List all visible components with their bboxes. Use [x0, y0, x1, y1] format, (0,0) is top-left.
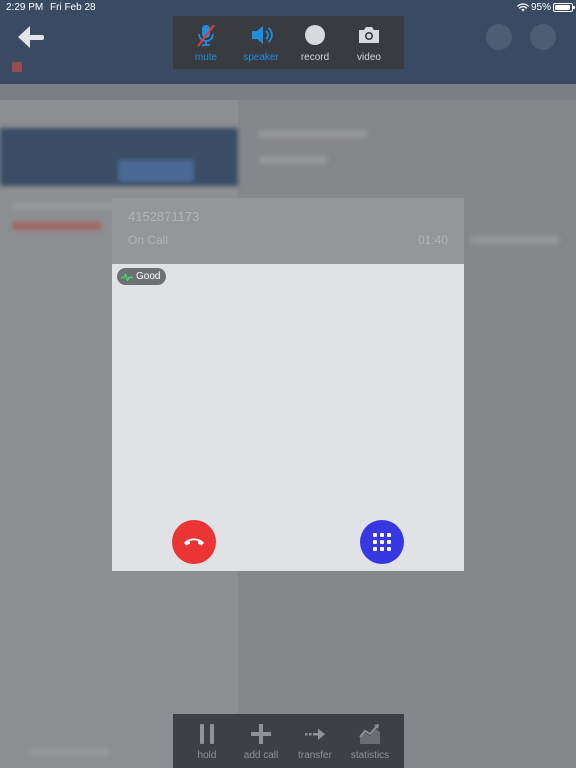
call-controls-bar: mute speaker record video: [173, 16, 404, 69]
background-strip: [0, 84, 576, 100]
record-label: record: [300, 52, 330, 63]
background-circle-icon: [530, 24, 556, 50]
hold-button[interactable]: hold: [180, 714, 234, 768]
status-time: 2:29 PM: [6, 2, 44, 13]
statistics-button[interactable]: statistics: [343, 714, 397, 768]
status-date: Fri Feb 28: [50, 2, 96, 13]
mute-button[interactable]: mute: [180, 16, 232, 69]
add-call-label: add call: [243, 750, 279, 761]
battery-percent: 95%: [531, 2, 552, 13]
background-line: [12, 222, 102, 230]
background-circle-icon: [486, 24, 512, 50]
status-bar: 2:29 PM Fri Feb 28 95%: [0, 0, 576, 16]
background-card-button: [118, 160, 194, 182]
statistics-chart-icon: [359, 724, 380, 744]
record-icon: [305, 25, 325, 45]
back-arrow-icon: [18, 26, 44, 48]
background-line: [258, 156, 328, 164]
speaker-button[interactable]: speaker: [235, 16, 287, 69]
wifi-icon: [517, 3, 529, 12]
video-label: video: [357, 52, 381, 63]
call-quality-label: Good: [136, 271, 161, 282]
transfer-button[interactable]: transfer: [288, 714, 342, 768]
call-quality-badge: Good: [117, 268, 167, 285]
call-status: On Call: [128, 233, 169, 247]
pause-icon: [200, 724, 214, 744]
background-badge: [12, 62, 22, 72]
mute-label: mute: [194, 52, 218, 63]
transfer-arrow-icon: [305, 728, 325, 740]
background-line: [470, 236, 560, 244]
battery-icon: [553, 3, 575, 12]
hangup-button[interactable]: [172, 520, 216, 564]
mic-muted-icon: [197, 24, 215, 47]
camera-icon: [359, 27, 379, 43]
record-button[interactable]: record: [289, 16, 341, 69]
pulse-icon: [121, 272, 133, 281]
hangup-icon: [184, 538, 204, 546]
call-timer: 01:40: [417, 233, 448, 247]
caller-number: 4152871173: [128, 209, 200, 224]
transfer-label: transfer: [298, 750, 332, 761]
speaker-icon: [252, 26, 273, 44]
video-button[interactable]: video: [343, 16, 395, 69]
call-header: 4152871173 On Call 01:40: [112, 198, 464, 264]
keypad-button[interactable]: [360, 520, 404, 564]
call-panel: Good: [112, 264, 464, 571]
plus-icon: [251, 724, 271, 744]
background-line: [30, 748, 110, 756]
statistics-label: statistics: [350, 750, 390, 761]
speaker-label: speaker: [243, 52, 279, 63]
hold-label: hold: [197, 750, 217, 761]
call-actions-toolbar: hold add call transfer statistics: [173, 714, 404, 768]
keypad-icon: [373, 533, 391, 551]
add-call-button[interactable]: add call: [234, 714, 288, 768]
background-line: [258, 130, 368, 138]
